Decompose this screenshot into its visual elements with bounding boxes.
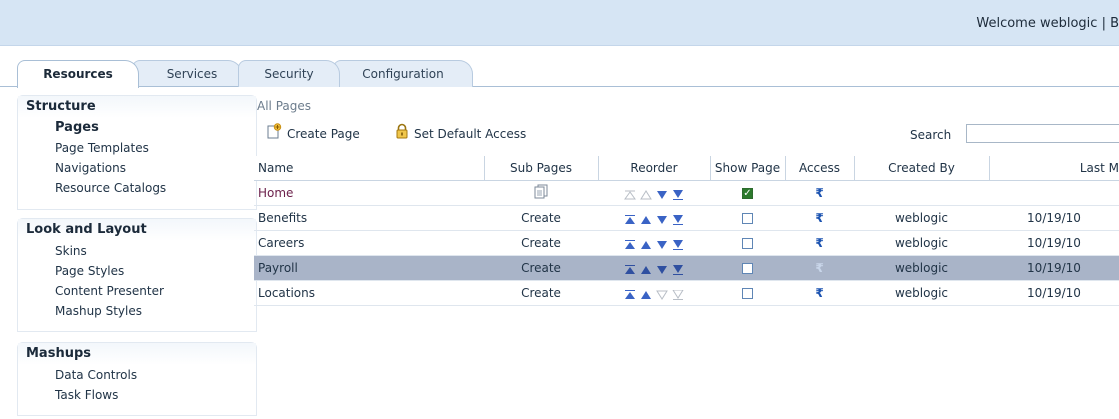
tab-security[interactable]: Security bbox=[238, 60, 340, 87]
last-modified-cell: 10/19/10 bbox=[989, 230, 1119, 256]
last-modified-cell: 10/19/10 bbox=[989, 205, 1119, 231]
tab-configuration[interactable]: Configuration bbox=[333, 60, 473, 87]
create-page-button[interactable]: Create Page bbox=[266, 123, 360, 145]
move-top-icon[interactable] bbox=[624, 264, 636, 274]
breadcrumb: All Pages bbox=[257, 99, 311, 113]
page-name-link[interactable]: Payroll bbox=[258, 261, 298, 275]
access-icon[interactable]: ₹ bbox=[815, 211, 823, 225]
set-default-access-label: Set Default Access bbox=[414, 127, 527, 141]
move-up-icon[interactable] bbox=[640, 239, 652, 249]
sidebar-section-look-and-layout: Look and Layout Skins Page Styles Conten… bbox=[17, 218, 257, 332]
section-title-structure: Structure bbox=[18, 96, 256, 118]
col-header-show-page[interactable]: Show Page bbox=[710, 156, 786, 181]
move-bottom-icon[interactable] bbox=[672, 239, 684, 250]
create-subpage-link[interactable]: Create bbox=[521, 211, 561, 225]
move-down-icon[interactable] bbox=[656, 214, 668, 224]
access-icon[interactable]: ₹ bbox=[815, 186, 823, 200]
tab-divider bbox=[0, 86, 1119, 87]
move-down-icon[interactable] bbox=[656, 189, 668, 199]
sidebar-section-structure: Structure Pages Page Templates Navigatio… bbox=[17, 95, 257, 210]
sidebar-item-task-flows[interactable]: Task Flows bbox=[18, 385, 256, 405]
move-top-icon[interactable] bbox=[624, 289, 636, 299]
tab-resources[interactable]: Resources bbox=[17, 60, 139, 88]
page-name-link[interactable]: Careers bbox=[258, 236, 304, 250]
create-subpage-link[interactable]: Create bbox=[521, 261, 561, 275]
show-page-checkbox[interactable] bbox=[742, 213, 753, 224]
create-page-label: Create Page bbox=[287, 127, 360, 141]
lock-icon bbox=[395, 123, 409, 146]
created-by-cell: weblogic bbox=[854, 255, 989, 281]
pages-table: Name Sub Pages Reorder Show Page Access … bbox=[254, 156, 1119, 306]
create-subpage-link[interactable]: Create bbox=[521, 236, 561, 250]
sidebar-item-resource-catalogs[interactable]: Resource Catalogs bbox=[18, 178, 256, 198]
welcome-text: Welcome weblogic | B bbox=[976, 16, 1119, 31]
move-top-icon[interactable] bbox=[624, 239, 636, 249]
table-row[interactable]: Careers Create ₹ weblogic 10/19/10 bbox=[254, 230, 1119, 256]
create-page-icon bbox=[266, 123, 282, 146]
sidebar-item-pages[interactable]: Pages bbox=[18, 118, 256, 138]
section-title-look-and-layout: Look and Layout bbox=[18, 219, 256, 241]
col-header-reorder[interactable]: Reorder bbox=[598, 156, 711, 181]
table-row[interactable]: Benefits Create ₹ weblogic 10/19/10 bbox=[254, 205, 1119, 231]
move-down-icon bbox=[656, 289, 668, 300]
show-page-checkbox[interactable] bbox=[742, 263, 753, 274]
table-row[interactable]: Home ✓ ₹ bbox=[254, 180, 1119, 206]
section-title-mashups: Mashups bbox=[18, 343, 256, 365]
move-up-icon[interactable] bbox=[640, 214, 652, 224]
show-page-checkbox[interactable] bbox=[742, 288, 753, 299]
move-down-icon[interactable] bbox=[656, 239, 668, 249]
move-up-icon[interactable] bbox=[640, 289, 652, 299]
access-icon[interactable]: ₹ bbox=[815, 286, 823, 300]
col-header-sub-pages[interactable]: Sub Pages bbox=[484, 156, 599, 181]
last-modified-cell bbox=[989, 180, 1119, 206]
table-row-selected[interactable]: Payroll Create ₹ weblogic 10/19/10 bbox=[254, 255, 1119, 281]
search-label: Search bbox=[910, 128, 952, 142]
page-name-link[interactable]: Home bbox=[258, 186, 293, 200]
set-default-access-button[interactable]: Set Default Access bbox=[395, 123, 526, 145]
access-icon[interactable]: ₹ bbox=[815, 236, 823, 250]
sidebar-item-navigations[interactable]: Navigations bbox=[18, 158, 256, 178]
created-by-cell bbox=[854, 180, 989, 206]
created-by-cell: weblogic bbox=[854, 280, 989, 306]
col-header-access[interactable]: Access bbox=[785, 156, 855, 181]
top-banner: Welcome weblogic | B bbox=[0, 0, 1119, 46]
move-bottom-icon[interactable] bbox=[672, 214, 684, 225]
search-input[interactable] bbox=[966, 124, 1119, 143]
move-bottom-icon bbox=[672, 289, 684, 300]
tab-bar: Resources Services Security Configuratio… bbox=[0, 55, 1119, 88]
sub-pages-icon[interactable] bbox=[534, 184, 548, 202]
col-header-created-by[interactable]: Created By bbox=[854, 156, 990, 181]
created-by-cell: weblogic bbox=[854, 205, 989, 231]
move-down-icon[interactable] bbox=[656, 264, 668, 274]
move-bottom-icon[interactable] bbox=[672, 264, 684, 275]
page-name-link[interactable]: Benefits bbox=[258, 211, 307, 225]
created-by-cell: weblogic bbox=[854, 230, 989, 256]
create-subpage-link[interactable]: Create bbox=[521, 286, 561, 300]
sidebar-item-page-styles[interactable]: Page Styles bbox=[18, 261, 256, 281]
sidebar-item-data-controls[interactable]: Data Controls bbox=[18, 365, 256, 385]
last-modified-cell: 10/19/10 bbox=[989, 280, 1119, 306]
table-header-row: Name Sub Pages Reorder Show Page Access … bbox=[254, 156, 1119, 181]
table-row[interactable]: Locations Create ₹ weblogic 10/19/10 bbox=[254, 280, 1119, 306]
sidebar-item-skins[interactable]: Skins bbox=[18, 241, 256, 261]
move-up-icon[interactable] bbox=[640, 264, 652, 274]
move-top-icon[interactable] bbox=[624, 214, 636, 224]
sidebar-item-page-templates[interactable]: Page Templates bbox=[18, 138, 256, 158]
page-name-link[interactable]: Locations bbox=[258, 286, 315, 300]
col-header-last-modified[interactable]: Last M bbox=[989, 156, 1119, 181]
last-modified-cell: 10/19/10 bbox=[989, 255, 1119, 281]
move-top-icon bbox=[624, 189, 636, 199]
access-icon[interactable]: ₹ bbox=[815, 261, 823, 275]
sidebar-item-mashup-styles[interactable]: Mashup Styles bbox=[18, 301, 256, 321]
show-page-checkbox[interactable]: ✓ bbox=[742, 188, 753, 199]
col-header-name[interactable]: Name bbox=[254, 156, 485, 181]
tab-services[interactable]: Services bbox=[132, 60, 242, 86]
move-up-icon bbox=[640, 189, 652, 199]
sidebar-item-content-presenter[interactable]: Content Presenter bbox=[18, 281, 256, 301]
show-page-checkbox[interactable] bbox=[742, 238, 753, 249]
move-bottom-icon[interactable] bbox=[672, 189, 684, 200]
sidebar-section-mashups: Mashups Data Controls Task Flows bbox=[17, 342, 257, 416]
